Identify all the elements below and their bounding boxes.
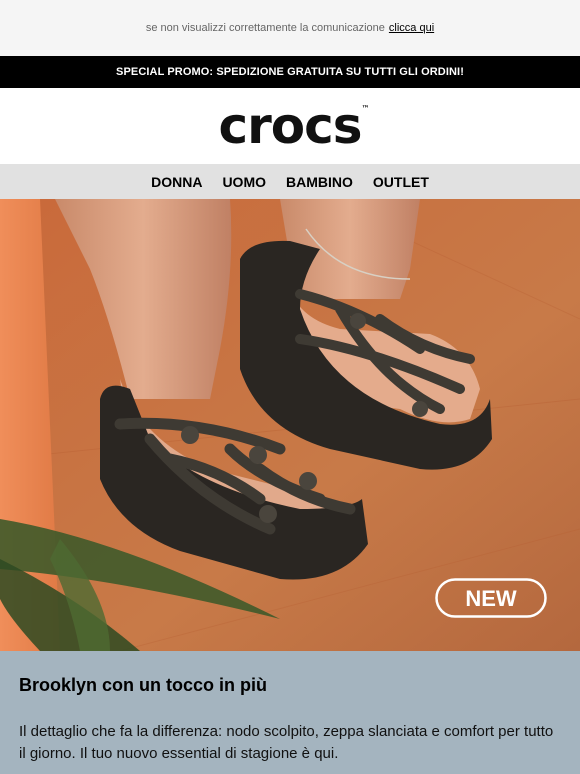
promo-banner[interactable]: SPECIAL PROMO: SPEDIZIONE GRATUITA SU TU… [0, 56, 580, 88]
crocs-logo[interactable]: crocs ™ [218, 101, 369, 151]
nav-item-bambino[interactable]: BAMBINO [286, 174, 353, 190]
nav-item-donna[interactable]: DONNA [151, 174, 202, 190]
preheader-text: se non visualizzi correttamente la comun… [145, 22, 385, 34]
product-description: Il dettaglio che fa la differenza: nodo … [19, 723, 554, 762]
nav-item-uomo[interactable]: UOMO [222, 174, 266, 190]
product-title: Brooklyn con un tocco in più [19, 675, 268, 695]
logo-text: crocs [218, 97, 362, 155]
promo-text: SPECIAL PROMO: SPEDIZIONE GRATUITA SU TU… [116, 66, 464, 78]
nav-item-outlet[interactable]: OUTLET [373, 174, 429, 190]
trademark-symbol: ™ [361, 104, 370, 113]
main-nav: DONNA UOMO BAMBINO OUTLET [0, 164, 580, 199]
new-badge-shape: NEW [435, 578, 547, 618]
content-block: Brooklyn con un tocco in più Il dettagli… [0, 651, 580, 774]
preheader: se non visualizzi correttamente la comun… [0, 0, 580, 56]
new-badge-label: NEW [465, 586, 517, 611]
logo-bar: crocs ™ [0, 88, 580, 164]
view-online-link[interactable]: clicca qui [389, 22, 434, 34]
new-badge: NEW [435, 578, 547, 623]
